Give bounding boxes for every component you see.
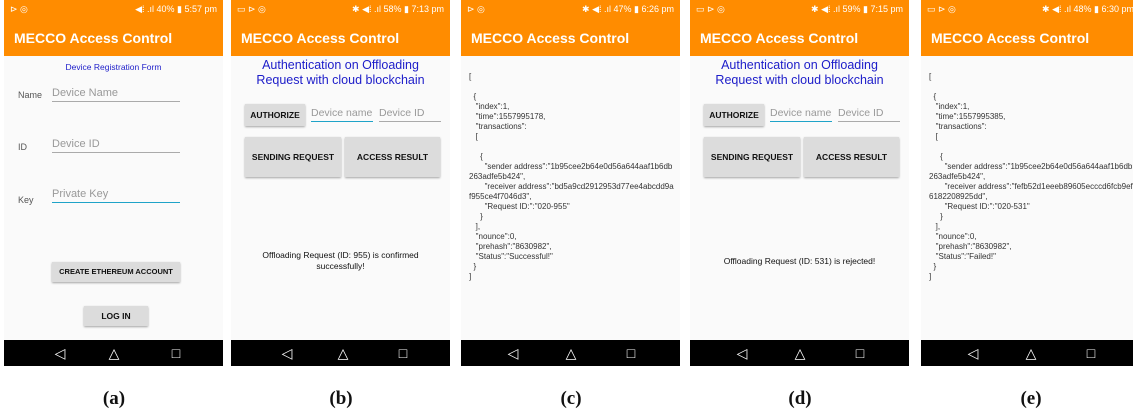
status-bar: ▭ ⊳ ◎ ✱ ◀⁞ .ıl 59% ▮ 7:15 pm: [690, 0, 909, 20]
device-id-input[interactable]: Device ID: [379, 107, 441, 122]
caption-d: (d): [788, 388, 812, 409]
back-icon[interactable]: ◁: [965, 345, 981, 361]
home-icon[interactable]: △: [1023, 345, 1039, 361]
app-bar: MECCO Access Control: [231, 20, 450, 56]
log-in-button[interactable]: LOG IN: [84, 306, 148, 326]
caption-c: (c): [560, 388, 582, 409]
recent-apps-icon[interactable]: □: [852, 345, 868, 361]
device-name-input[interactable]: Device name: [311, 107, 373, 122]
recent-apps-icon[interactable]: □: [168, 345, 184, 361]
device-name-input[interactable]: Device name: [770, 107, 832, 122]
create-ethereum-account-button[interactable]: CREATE ETHEREUM ACCOUNT: [52, 262, 180, 282]
navigation-bar: ◁ △ □: [461, 340, 680, 366]
home-icon[interactable]: △: [106, 345, 122, 361]
back-icon[interactable]: ◁: [52, 345, 68, 361]
app-bar: MECCO Access Control: [921, 20, 1133, 56]
status-icons-left: ▭ ⊳ ◎: [237, 4, 266, 14]
app-title: MECCO Access Control: [241, 30, 400, 46]
phone-e: ▭ ⊳ ◎ ✱ ◀⁞ .ıl 48% ▮ 6:30 pm MECCO Acces…: [921, 0, 1133, 366]
request-status-message: Offloading Request (ID: 531) is rejected…: [723, 256, 876, 266]
caption-a: (a): [102, 388, 126, 409]
id-label: ID: [18, 142, 27, 152]
app-title: MECCO Access Control: [700, 30, 859, 46]
status-icons-left: ⊳ ◎: [10, 4, 28, 14]
app-bar: MECCO Access Control: [461, 20, 680, 56]
app-title: MECCO Access Control: [931, 30, 1090, 46]
authorize-button[interactable]: AUTHORIZE: [704, 104, 764, 126]
private-key-field[interactable]: Private Key: [52, 188, 180, 203]
form-title: Device Registration Form: [65, 62, 162, 72]
app-bar: MECCO Access Control: [690, 20, 909, 56]
status-icons-right: ✱ ◀⁞ .ıl 47% ▮ 6:26 pm: [582, 4, 674, 14]
status-icons-left: ⊳ ◎: [467, 4, 485, 14]
status-bar: ▭ ⊳ ◎ ✱ ◀⁞ .ıl 48% ▮ 6:30 pm: [921, 0, 1133, 20]
status-icons-right: ◀⁞ .ıl 40% ▮ 5:57 pm: [135, 4, 217, 14]
sending-request-button[interactable]: SENDING REQUEST: [704, 137, 800, 177]
phone-d: ▭ ⊳ ◎ ✱ ◀⁞ .ıl 59% ▮ 7:15 pm MECCO Acces…: [690, 0, 909, 366]
status-icons-left: ▭ ⊳ ◎: [696, 4, 725, 14]
app-bar: MECCO Access Control: [4, 20, 223, 56]
blockchain-json-output: [ { "index":1, "time":1557995385, "trans…: [929, 72, 1133, 281]
recent-apps-icon[interactable]: □: [395, 345, 411, 361]
phone-c: ⊳ ◎ ✱ ◀⁞ .ıl 47% ▮ 6:26 pm MECCO Access …: [461, 0, 680, 366]
status-bar: ⊳ ◎ ✱ ◀⁞ .ıl 47% ▮ 6:26 pm: [461, 0, 680, 20]
blockchain-json-output: [ { "index":1, "time":1557995178, "trans…: [469, 72, 674, 281]
navigation-bar: ◁ △ □: [4, 340, 223, 366]
access-result-button[interactable]: ACCESS RESULT: [345, 137, 440, 177]
home-icon[interactable]: △: [335, 345, 351, 361]
caption-b: (b): [329, 388, 353, 409]
phone-a: ⊳ ◎ ◀⁞ .ıl 40% ▮ 5:57 pm MECCO Access Co…: [4, 0, 223, 366]
sending-request-button[interactable]: SENDING REQUEST: [245, 137, 341, 177]
device-id-field[interactable]: Device ID: [52, 138, 180, 153]
caption-e: (e): [1020, 388, 1042, 409]
recent-apps-icon[interactable]: □: [1083, 345, 1099, 361]
authorize-button[interactable]: AUTHORIZE: [245, 104, 305, 126]
app-title: MECCO Access Control: [14, 30, 173, 46]
recent-apps-icon[interactable]: □: [623, 345, 639, 361]
key-label: Key: [18, 195, 34, 205]
auth-title-line1: Authentication on Offloading: [721, 58, 878, 72]
status-icons-right: ✱ ◀⁞ .ıl 59% ▮ 7:15 pm: [811, 4, 903, 14]
back-icon[interactable]: ◁: [505, 345, 521, 361]
status-icons-left: ▭ ⊳ ◎: [927, 4, 956, 14]
status-icons-right: ✱ ◀⁞ .ıl 58% ▮ 7:13 pm: [352, 4, 444, 14]
status-icons-right: ✱ ◀⁞ .ıl 48% ▮ 6:30 pm: [1042, 4, 1133, 14]
status-bar: ▭ ⊳ ◎ ✱ ◀⁞ .ıl 58% ▮ 7:13 pm: [231, 0, 450, 20]
home-icon[interactable]: △: [792, 345, 808, 361]
request-status-message: Offloading Request (ID: 955) is confirme…: [262, 250, 419, 271]
home-icon[interactable]: △: [563, 345, 579, 361]
auth-title-line2: Request with cloud blockchain: [256, 73, 425, 87]
device-id-input[interactable]: Device ID: [838, 107, 900, 122]
back-icon[interactable]: ◁: [279, 345, 295, 361]
name-label: Name: [18, 90, 43, 100]
navigation-bar: ◁ △ □: [690, 340, 909, 366]
back-icon[interactable]: ◁: [734, 345, 750, 361]
auth-title-line2: Request with cloud blockchain: [715, 73, 884, 87]
auth-title-line1: Authentication on Offloading: [262, 58, 419, 72]
phone-b: ▭ ⊳ ◎ ✱ ◀⁞ .ıl 58% ▮ 7:13 pm MECCO Acces…: [231, 0, 450, 366]
status-bar: ⊳ ◎ ◀⁞ .ıl 40% ▮ 5:57 pm: [4, 0, 223, 20]
navigation-bar: ◁ △ □: [231, 340, 450, 366]
access-result-button[interactable]: ACCESS RESULT: [804, 137, 899, 177]
navigation-bar: ◁ △ □: [921, 340, 1133, 366]
device-name-field[interactable]: Device Name: [52, 87, 180, 102]
app-title: MECCO Access Control: [471, 30, 630, 46]
